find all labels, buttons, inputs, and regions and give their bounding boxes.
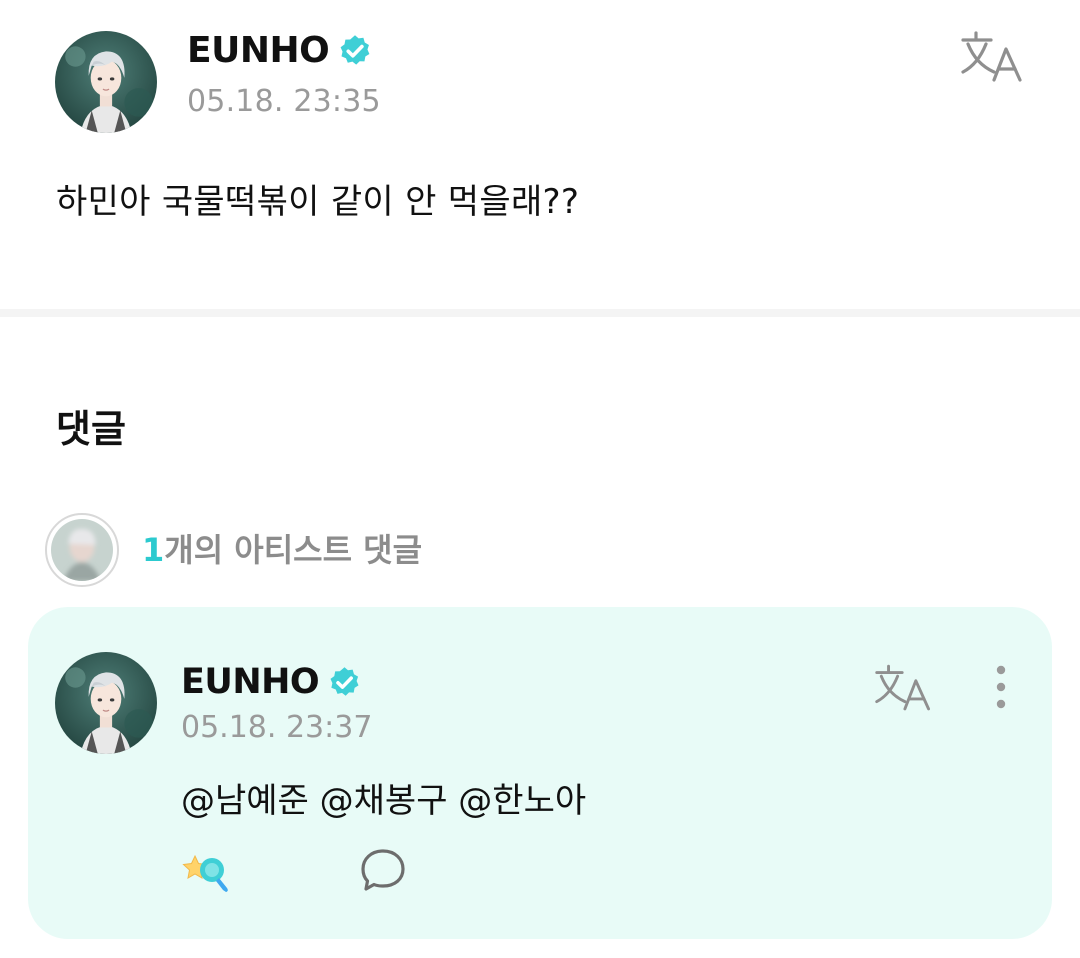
author-name[interactable]: EUNHO <box>187 30 330 71</box>
comments-section-title: 댓글 <box>56 407 126 451</box>
artist-summary-avatar[interactable] <box>45 513 119 587</box>
translate-icon[interactable] <box>874 663 934 713</box>
avatar-illustration <box>55 31 157 133</box>
blurred-avatar-image <box>51 519 113 581</box>
comment-card: EUNHO 05.18. 23:37 @남예준 @채봉구 @한노아 <box>28 607 1052 939</box>
avatar-illustration <box>55 652 157 754</box>
comment-body: @남예준 @채봉구 @한노아 <box>181 781 587 821</box>
cheer-star-icon[interactable] <box>181 850 235 894</box>
artist-comment-count-label: 개의 아티스트 댓글 <box>164 531 423 569</box>
comment-author-avatar[interactable] <box>55 652 157 754</box>
comment-timestamp: 05.18. 23:37 <box>181 710 373 745</box>
verified-badge-icon <box>340 34 370 65</box>
artist-comment-count[interactable]: 1개의 아티스트 댓글 <box>142 525 422 571</box>
post-timestamp: 05.18. 23:35 <box>187 84 381 119</box>
verified-badge-icon <box>330 666 359 696</box>
post-detail-screen: EUNHO 05.18. 23:35 하민아 국물떡볶이 같이 안 먹을래?? … <box>0 0 1080 958</box>
post-body: 하민아 국물떡볶이 같이 안 먹을래?? <box>56 182 580 222</box>
translate-icon[interactable] <box>960 30 1026 84</box>
section-divider <box>0 309 1080 317</box>
comment-author[interactable]: EUNHO <box>181 662 362 702</box>
author-avatar[interactable] <box>55 31 157 133</box>
post-author[interactable]: EUNHO <box>187 30 373 71</box>
more-vertical-icon[interactable] <box>986 663 1016 713</box>
comment-author-name[interactable]: EUNHO <box>181 662 320 702</box>
speech-bubble-icon[interactable] <box>358 847 408 895</box>
artist-comment-count-number: 1 <box>142 531 165 569</box>
